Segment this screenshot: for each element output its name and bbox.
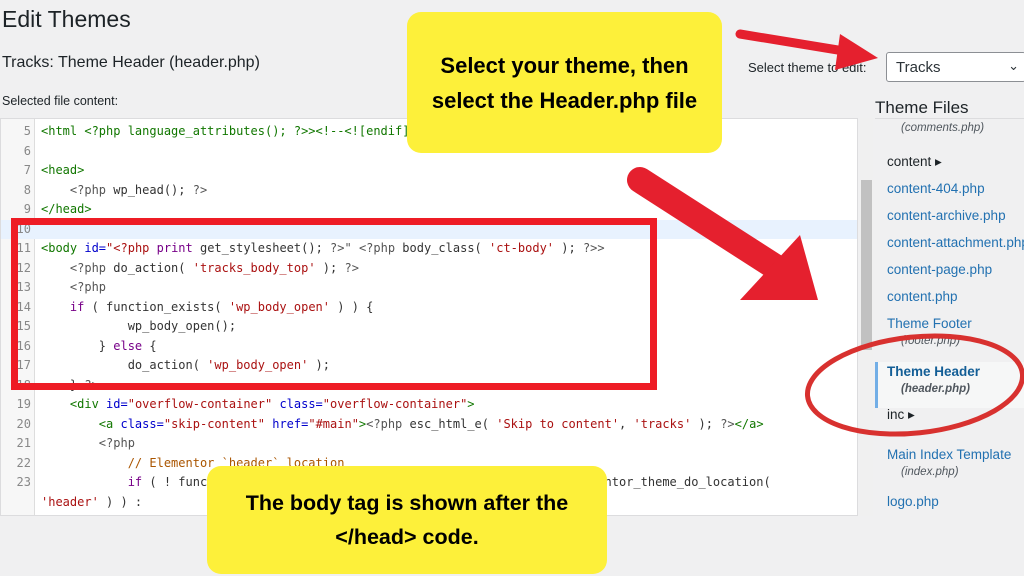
callout-body-tag: The body tag is shown after the </head> …: [207, 466, 607, 574]
callout-select-theme-text: Select your theme, then select the Heade…: [431, 52, 698, 113]
callout-body-tag-text: The body tag is shown after the </head> …: [245, 491, 569, 549]
callout-select-theme: Select your theme, then select the Heade…: [407, 12, 722, 153]
circle-annotation-icon: [804, 333, 1024, 437]
arrow-to-file-icon: [627, 167, 818, 300]
arrow-to-select-icon: [735, 29, 878, 70]
